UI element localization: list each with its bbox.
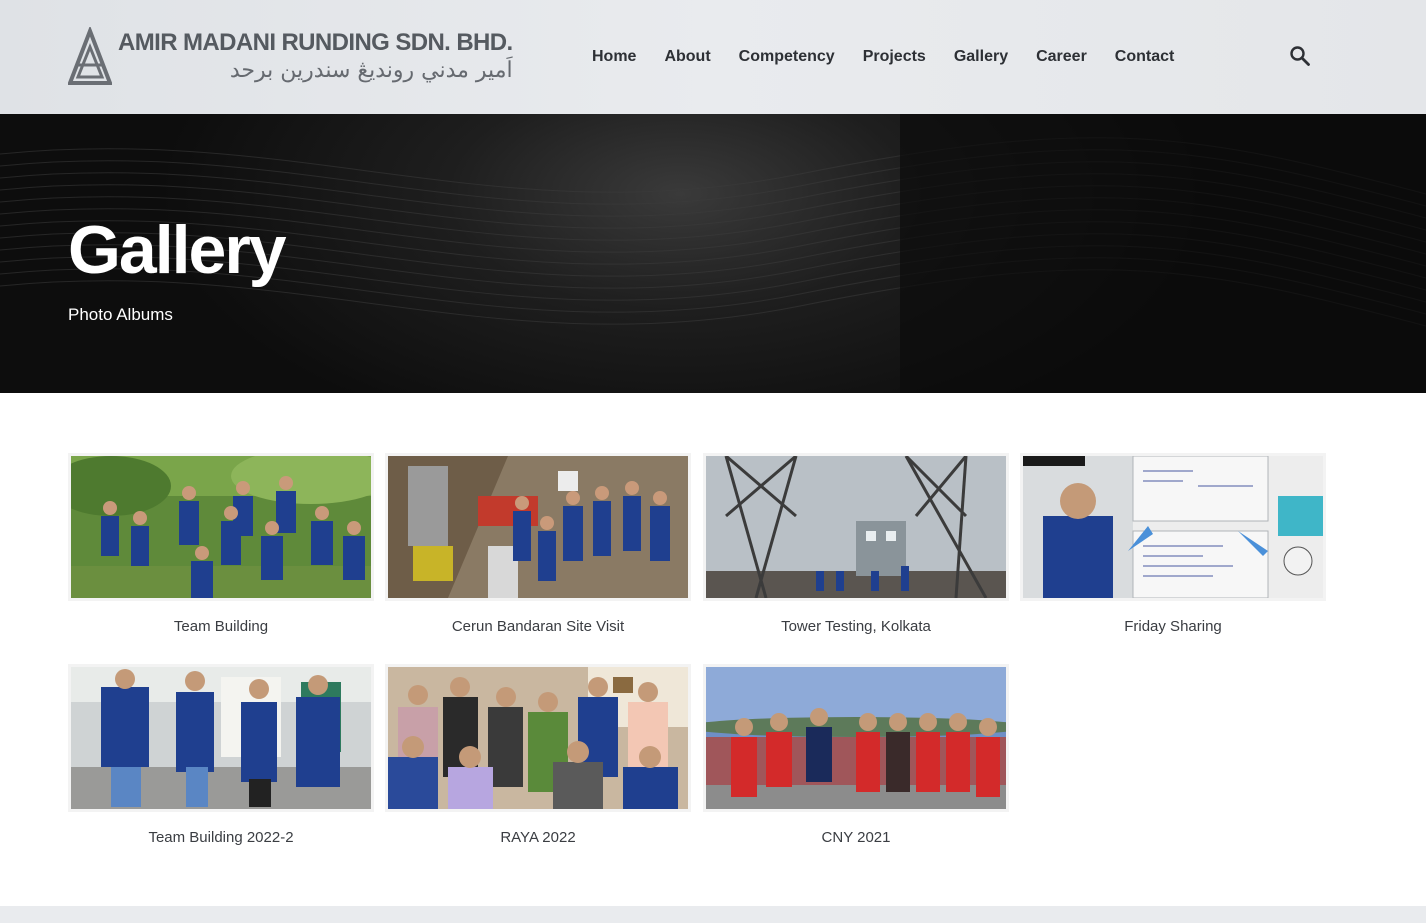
album-photo [71,667,371,809]
album-title[interactable]: Friday Sharing [1020,617,1326,637]
album-thumbnail[interactable] [703,664,1009,812]
album-thumbnail[interactable] [703,453,1009,601]
album-card[interactable]: Friday Sharing [1020,453,1326,637]
album-title[interactable]: RAYA 2022 [385,828,691,848]
album-card[interactable]: RAYA 2022 [385,664,691,848]
album-title[interactable]: Team Building 2022-2 [68,828,374,848]
nav-item-competency[interactable]: Competency [739,46,835,68]
album-thumbnail[interactable] [68,664,374,812]
album-thumbnail[interactable] [385,453,691,601]
nav-item-career[interactable]: Career [1036,46,1087,68]
album-photo [706,456,1006,598]
page-title: Gallery [68,212,287,288]
hero-banner: Gallery Photo Albums [0,114,1426,393]
triangle-logo-icon [68,27,112,85]
album-photo [706,667,1006,809]
album-card[interactable]: CNY 2021 [703,664,1009,848]
album-card[interactable]: Team Building 2022-2 [68,664,374,848]
album-card[interactable]: Tower Testing, Kolkata [703,453,1009,637]
company-logo[interactable]: AMIR MADANI RUNDING SDN. BHD. اَمير مدني… [68,24,518,90]
company-name: AMIR MADANI RUNDING SDN. BHD. [118,29,513,56]
footer-strip [0,906,1426,923]
nav-item-about[interactable]: About [664,46,710,68]
album-photo [388,667,688,809]
main-nav: Home About Competency Projects Gallery C… [592,46,1202,68]
album-card[interactable]: Cerun Bandaran Site Visit [385,453,691,637]
nav-item-home[interactable]: Home [592,46,636,68]
album-card[interactable]: Team Building [68,453,374,637]
album-title[interactable]: Tower Testing, Kolkata [703,617,1009,637]
album-title[interactable]: Cerun Bandaran Site Visit [385,617,691,637]
search-icon[interactable] [1289,45,1311,67]
album-title[interactable]: Team Building [68,617,374,637]
page-subtitle: Photo Albums [68,305,173,324]
album-photo [388,456,688,598]
album-thumbnail[interactable] [68,453,374,601]
album-photo [1023,456,1323,598]
album-photo [71,456,371,598]
album-thumbnail[interactable] [385,664,691,812]
site-header: AMIR MADANI RUNDING SDN. BHD. اَمير مدني… [0,0,1426,114]
album-title[interactable]: CNY 2021 [703,828,1009,848]
nav-item-contact[interactable]: Contact [1115,46,1175,68]
company-name-arabic: اَمير مدني رونديڠ سندرين برحد [229,58,513,83]
nav-item-projects[interactable]: Projects [863,46,926,68]
nav-item-gallery[interactable]: Gallery [954,46,1008,68]
album-thumbnail[interactable] [1020,453,1326,601]
